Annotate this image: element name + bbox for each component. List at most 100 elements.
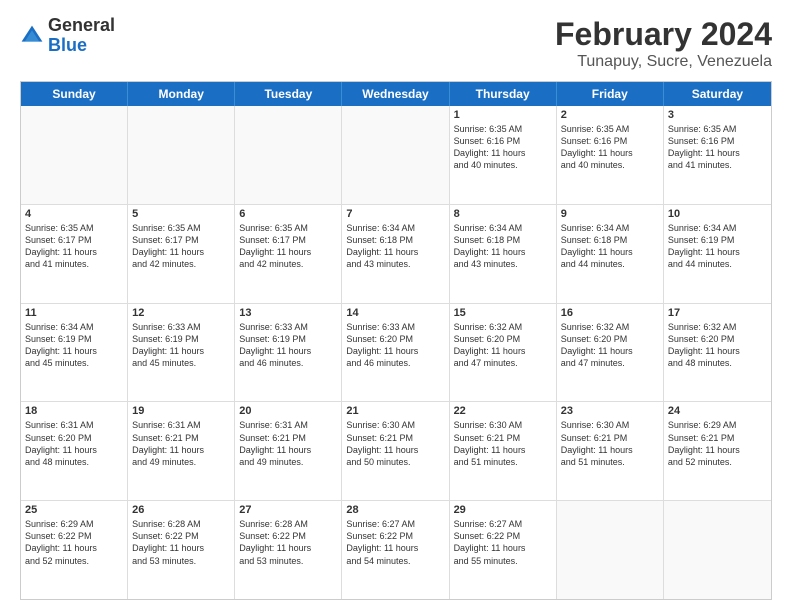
main-title: February 2024 — [555, 16, 772, 53]
calendar-cell — [21, 106, 128, 204]
day-number: 26 — [132, 504, 230, 516]
cell-info: Sunrise: 6:31 AM Sunset: 6:21 PM Dayligh… — [239, 419, 337, 468]
calendar-cell: 24 Sunrise: 6:29 AM Sunset: 6:21 PM Dayli… — [664, 402, 771, 500]
day-number: 12 — [132, 307, 230, 319]
cell-info: Sunrise: 6:27 AM Sunset: 6:22 PM Dayligh… — [454, 518, 552, 567]
day-number: 28 — [346, 504, 444, 516]
cell-info: Sunrise: 6:33 AM Sunset: 6:20 PM Dayligh… — [346, 321, 444, 370]
calendar-cell: 6 Sunrise: 6:35 AM Sunset: 6:17 PM Daylig… — [235, 205, 342, 303]
day-number: 20 — [239, 405, 337, 417]
cell-info: Sunrise: 6:28 AM Sunset: 6:22 PM Dayligh… — [132, 518, 230, 567]
cell-info: Sunrise: 6:34 AM Sunset: 6:19 PM Dayligh… — [668, 222, 767, 271]
calendar-cell — [664, 501, 771, 599]
calendar-row: 25Sunrise: 6:29 AM Sunset: 6:22 PM Dayli… — [21, 501, 771, 599]
calendar-cell: 10 Sunrise: 6:34 AM Sunset: 6:19 PM Dayli… — [664, 205, 771, 303]
logo-icon — [20, 24, 44, 48]
day-number: 2 — [561, 109, 659, 121]
cell-info: Sunrise: 6:29 AM Sunset: 6:21 PM Dayligh… — [668, 419, 767, 468]
cell-info: Sunrise: 6:32 AM Sunset: 6:20 PM Dayligh… — [454, 321, 552, 370]
calendar-cell — [235, 106, 342, 204]
cell-info: Sunrise: 6:30 AM Sunset: 6:21 PM Dayligh… — [454, 419, 552, 468]
calendar-cell: 26 Sunrise: 6:28 AM Sunset: 6:22 PM Dayli… — [128, 501, 235, 599]
calendar-cell: 11 Sunrise: 6:34 AM Sunset: 6:19 PM Dayli… — [21, 304, 128, 402]
calendar-cell: 13 Sunrise: 6:33 AM Sunset: 6:19 PM Dayli… — [235, 304, 342, 402]
day-number: 3 — [668, 109, 767, 121]
logo-blue-text: Blue — [48, 35, 87, 55]
day-number: 15 — [454, 307, 552, 319]
calendar-header-day: Wednesday — [342, 82, 449, 106]
day-number: 21 — [346, 405, 444, 417]
calendar-header-day: Thursday — [450, 82, 557, 106]
cell-info: Sunrise: 6:27 AM Sunset: 6:22 PM Dayligh… — [346, 518, 444, 567]
day-number: 17 — [668, 307, 767, 319]
calendar-cell: 14 Sunrise: 6:33 AM Sunset: 6:20 PM Dayli… — [342, 304, 449, 402]
calendar-cell: 21 Sunrise: 6:30 AM Sunset: 6:21 PM Dayli… — [342, 402, 449, 500]
cell-info: Sunrise: 6:34 AM Sunset: 6:18 PM Dayligh… — [561, 222, 659, 271]
day-number: 14 — [346, 307, 444, 319]
calendar-cell: 9 Sunrise: 6:34 AM Sunset: 6:18 PM Daylig… — [557, 205, 664, 303]
cell-info: Sunrise: 6:35 AM Sunset: 6:17 PM Dayligh… — [239, 222, 337, 271]
day-number: 23 — [561, 405, 659, 417]
cell-info: Sunrise: 6:31 AM Sunset: 6:21 PM Dayligh… — [132, 419, 230, 468]
cell-info: Sunrise: 6:30 AM Sunset: 6:21 PM Dayligh… — [346, 419, 444, 468]
cell-info: Sunrise: 6:31 AM Sunset: 6:20 PM Dayligh… — [25, 419, 123, 468]
day-number: 8 — [454, 208, 552, 220]
calendar-header-day: Saturday — [664, 82, 771, 106]
cell-info: Sunrise: 6:35 AM Sunset: 6:16 PM Dayligh… — [561, 123, 659, 172]
day-number: 10 — [668, 208, 767, 220]
calendar-header-day: Tuesday — [235, 82, 342, 106]
cell-info: Sunrise: 6:35 AM Sunset: 6:17 PM Dayligh… — [25, 222, 123, 271]
calendar-cell — [557, 501, 664, 599]
logo-general-text: General — [48, 15, 115, 35]
day-number: 19 — [132, 405, 230, 417]
calendar-cell — [342, 106, 449, 204]
calendar-cell: 20 Sunrise: 6:31 AM Sunset: 6:21 PM Dayli… — [235, 402, 342, 500]
cell-info: Sunrise: 6:33 AM Sunset: 6:19 PM Dayligh… — [132, 321, 230, 370]
cell-info: Sunrise: 6:28 AM Sunset: 6:22 PM Dayligh… — [239, 518, 337, 567]
calendar-header-day: Friday — [557, 82, 664, 106]
calendar-cell: 7Sunrise: 6:34 AM Sunset: 6:18 PM Daylig… — [342, 205, 449, 303]
calendar-cell: 28 Sunrise: 6:27 AM Sunset: 6:22 PM Dayli… — [342, 501, 449, 599]
calendar-cell: 17 Sunrise: 6:32 AM Sunset: 6:20 PM Dayli… — [664, 304, 771, 402]
cell-info: Sunrise: 6:34 AM Sunset: 6:19 PM Dayligh… — [25, 321, 123, 370]
day-number: 1 — [454, 109, 552, 121]
calendar-cell: 4Sunrise: 6:35 AM Sunset: 6:17 PM Daylig… — [21, 205, 128, 303]
calendar-cell: 19 Sunrise: 6:31 AM Sunset: 6:21 PM Dayli… — [128, 402, 235, 500]
calendar-cell: 2 Sunrise: 6:35 AM Sunset: 6:16 PM Daylig… — [557, 106, 664, 204]
day-number: 13 — [239, 307, 337, 319]
calendar-header-day: Monday — [128, 82, 235, 106]
cell-info: Sunrise: 6:34 AM Sunset: 6:18 PM Dayligh… — [454, 222, 552, 271]
cell-info: Sunrise: 6:35 AM Sunset: 6:17 PM Dayligh… — [132, 222, 230, 271]
calendar-cell: 23 Sunrise: 6:30 AM Sunset: 6:21 PM Dayli… — [557, 402, 664, 500]
cell-info: Sunrise: 6:30 AM Sunset: 6:21 PM Dayligh… — [561, 419, 659, 468]
calendar-row: 1 Sunrise: 6:35 AM Sunset: 6:16 PM Daylig… — [21, 106, 771, 205]
calendar-cell: 8 Sunrise: 6:34 AM Sunset: 6:18 PM Daylig… — [450, 205, 557, 303]
calendar-cell: 29 Sunrise: 6:27 AM Sunset: 6:22 PM Dayli… — [450, 501, 557, 599]
cell-info: Sunrise: 6:32 AM Sunset: 6:20 PM Dayligh… — [561, 321, 659, 370]
calendar-cell: 16 Sunrise: 6:32 AM Sunset: 6:20 PM Dayli… — [557, 304, 664, 402]
cell-info: Sunrise: 6:33 AM Sunset: 6:19 PM Dayligh… — [239, 321, 337, 370]
cell-info: Sunrise: 6:35 AM Sunset: 6:16 PM Dayligh… — [668, 123, 767, 172]
day-number: 27 — [239, 504, 337, 516]
calendar-row: 4Sunrise: 6:35 AM Sunset: 6:17 PM Daylig… — [21, 205, 771, 304]
day-number: 6 — [239, 208, 337, 220]
day-number: 5 — [132, 208, 230, 220]
calendar-cell: 5 Sunrise: 6:35 AM Sunset: 6:17 PM Daylig… — [128, 205, 235, 303]
calendar-cell: 18Sunrise: 6:31 AM Sunset: 6:20 PM Dayli… — [21, 402, 128, 500]
cell-info: Sunrise: 6:29 AM Sunset: 6:22 PM Dayligh… — [25, 518, 123, 567]
calendar-cell: 25Sunrise: 6:29 AM Sunset: 6:22 PM Dayli… — [21, 501, 128, 599]
cell-info: Sunrise: 6:32 AM Sunset: 6:20 PM Dayligh… — [668, 321, 767, 370]
day-number: 11 — [25, 307, 123, 319]
logo: General Blue — [20, 16, 115, 56]
day-number: 22 — [454, 405, 552, 417]
day-number: 9 — [561, 208, 659, 220]
calendar-cell: 1Sunrise: 6:35 AM Sunset: 6:16 PM Daylig… — [450, 106, 557, 204]
calendar-cell: 27 Sunrise: 6:28 AM Sunset: 6:22 PM Dayli… — [235, 501, 342, 599]
day-number: 29 — [454, 504, 552, 516]
title-block: February 2024 Tunapuy, Sucre, Venezuela — [555, 16, 772, 71]
calendar-cell — [128, 106, 235, 204]
day-number: 7 — [346, 208, 444, 220]
calendar-cell: 3 Sunrise: 6:35 AM Sunset: 6:16 PM Daylig… — [664, 106, 771, 204]
day-number: 16 — [561, 307, 659, 319]
day-number: 24 — [668, 405, 767, 417]
